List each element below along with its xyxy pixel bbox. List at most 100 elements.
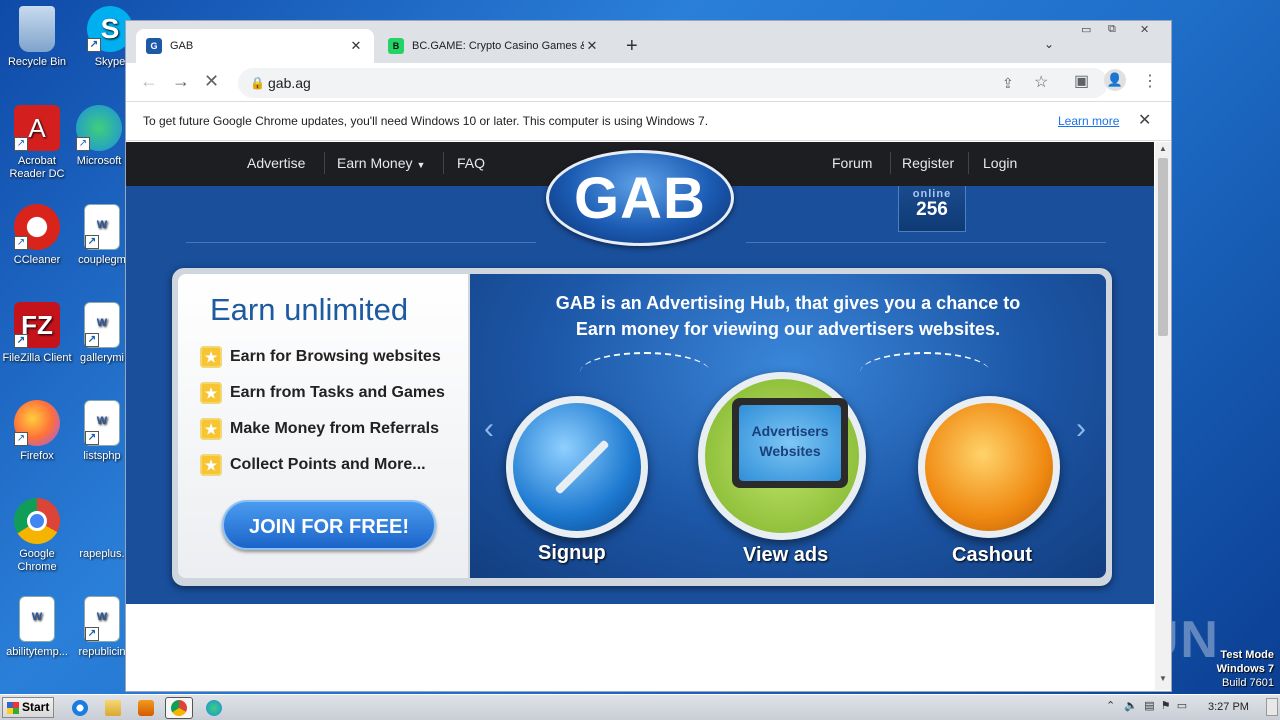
lock-icon[interactable]: 🔒 bbox=[250, 68, 265, 98]
close-tab-icon[interactable]: ✕ bbox=[348, 38, 364, 54]
start-label: Start bbox=[22, 700, 50, 714]
step-label-signup: Signup bbox=[538, 542, 606, 564]
desktop-icon-filezilla[interactable]: FZ ↗ FileZilla Client bbox=[0, 302, 74, 365]
test-mode-notice: Test Mode Windows 7 Build 7601 bbox=[1217, 648, 1274, 690]
step-label-cashout: Cashout bbox=[952, 544, 1032, 566]
star-icon: ★ bbox=[200, 454, 222, 476]
chrome-window: G GAB ✕ B BC.GAME: Crypto Casino Games &… bbox=[125, 20, 1172, 692]
windows-version-line: Windows 7 bbox=[1216, 663, 1274, 675]
gab-icon: G bbox=[146, 38, 162, 54]
feature-item: ★ Collect Points and More... bbox=[200, 454, 426, 476]
taskbar: Start ⌃ 🔈 ▤ ⚑ ▭ 3:27 PM bbox=[0, 694, 1280, 720]
chrome-icon bbox=[171, 700, 187, 716]
cashout-coins-icon[interactable] bbox=[918, 396, 1060, 538]
join-for-free-button[interactable]: JOIN FOR FREE! bbox=[222, 500, 436, 550]
display-icon[interactable]: ▭ bbox=[1177, 700, 1187, 712]
page-scrollbar[interactable]: ▲ ▼ bbox=[1155, 142, 1171, 690]
back-arrow-icon[interactable]: ← bbox=[140, 71, 158, 92]
acrobat-icon: A ↗ bbox=[14, 105, 60, 151]
feature-item: ★ Earn for Browsing websites bbox=[200, 346, 441, 368]
scroll-down-icon[interactable]: ▼ bbox=[1159, 674, 1167, 683]
forward-arrow-icon[interactable]: → bbox=[172, 71, 190, 92]
taskbar-ie[interactable] bbox=[66, 697, 94, 719]
desktop-icon-label: Recycle Bin bbox=[7, 56, 67, 68]
desktop-icon-label: Google Chrome bbox=[17, 548, 57, 573]
feature-item: ★ Earn from Tasks and Games bbox=[200, 382, 445, 404]
desktop-icon-abilitytemp[interactable]: W abilitytemp... bbox=[0, 596, 74, 659]
taskbar-chrome[interactable] bbox=[165, 697, 193, 719]
update-infobar: To get future Google Chrome updates, you… bbox=[126, 101, 1171, 141]
recycle-bin-icon bbox=[19, 6, 55, 52]
tab-search-icon[interactable]: ⌄ bbox=[1044, 37, 1054, 51]
hub-description: GAB is an Advertising Hub, that gives yo… bbox=[470, 290, 1106, 342]
desktop-icon-ccleaner[interactable]: ↗ CCleaner bbox=[0, 204, 74, 267]
tab-gab[interactable]: G GAB ✕ bbox=[136, 29, 374, 63]
scroll-thumb[interactable] bbox=[1158, 158, 1168, 336]
nav-earn-money[interactable]: Earn Money ▼ bbox=[337, 155, 425, 171]
show-hidden-icons-icon[interactable]: ⌃ bbox=[1106, 700, 1115, 712]
edge-icon bbox=[206, 700, 222, 716]
menu-kebab-icon[interactable]: ⋮ bbox=[1142, 71, 1158, 91]
step-label-view-ads: View ads bbox=[743, 544, 829, 566]
hub-line: Earn money for viewing our advertisers w… bbox=[575, 319, 1001, 339]
system-tray: ⌃ 🔈 ▤ ⚑ ▭ bbox=[1106, 699, 1187, 712]
feature-item: ★ Make Money from Referrals bbox=[200, 418, 439, 440]
edge-icon: ↗ bbox=[76, 105, 122, 151]
scroll-up-icon[interactable]: ▲ bbox=[1159, 144, 1167, 153]
volume-icon[interactable]: 🔈 bbox=[1124, 700, 1138, 712]
url-text: gab.ag bbox=[268, 75, 311, 91]
chrome-icon bbox=[14, 498, 60, 544]
nav-forum[interactable]: Forum bbox=[832, 155, 872, 171]
carousel-prev-icon[interactable]: ‹ bbox=[484, 412, 494, 446]
nav-faq[interactable]: FAQ bbox=[457, 155, 485, 171]
hub-panel: GAB is an Advertising Hub, that gives yo… bbox=[470, 274, 1106, 578]
nav-register[interactable]: Register bbox=[902, 155, 954, 171]
action-center-flag-icon[interactable]: ⚑ bbox=[1161, 700, 1171, 712]
signup-pen-icon[interactable] bbox=[506, 396, 648, 538]
nav-advertise[interactable]: Advertise bbox=[247, 155, 305, 171]
address-bar[interactable]: 🔒 gab.ag ⇪ ☆ bbox=[238, 68, 1108, 98]
desktop-icon-label: abilitytemp... bbox=[6, 646, 68, 658]
stop-loading-icon[interactable]: ✕ bbox=[204, 71, 219, 92]
desktop-icon-recycle-bin[interactable]: Recycle Bin bbox=[0, 6, 74, 69]
carousel-next-icon[interactable]: › bbox=[1076, 412, 1086, 446]
windows-logo-icon bbox=[7, 701, 19, 714]
share-icon[interactable]: ⇪ bbox=[1002, 68, 1014, 98]
learn-more-link[interactable]: Learn more bbox=[1058, 102, 1119, 140]
word-document-icon: W ↗ bbox=[84, 302, 120, 348]
infobar-message: To get future Google Chrome updates, you… bbox=[143, 114, 709, 128]
network-icon[interactable]: ▤ bbox=[1144, 700, 1154, 712]
gab-logo[interactable]: GAB bbox=[546, 150, 734, 246]
profile-avatar-icon[interactable]: 👤 bbox=[1104, 69, 1126, 91]
feature-text: Make Money from Referrals bbox=[230, 420, 439, 437]
firefox-icon: ↗ bbox=[14, 400, 60, 446]
bookmark-star-icon[interactable]: ☆ bbox=[1034, 68, 1048, 98]
desktop-icon-chrome[interactable]: Google Chrome bbox=[0, 498, 74, 574]
close-tab-icon[interactable]: ✕ bbox=[584, 38, 600, 54]
caret-down-icon: ▼ bbox=[416, 160, 426, 170]
bcgame-icon: B bbox=[388, 38, 404, 54]
restore-button[interactable]: ⧉ bbox=[1108, 23, 1116, 37]
word-document-icon: W ↗ bbox=[84, 204, 120, 250]
start-button[interactable]: Start bbox=[2, 697, 54, 718]
dashed-arrow-icon bbox=[860, 352, 990, 392]
browser-toolbar: ← → ✕ 🔒 gab.ag ⇪ ☆ ▣ 👤 ⋮ bbox=[126, 63, 1171, 101]
nav-login[interactable]: Login bbox=[983, 155, 1017, 171]
side-panel-icon[interactable]: ▣ bbox=[1074, 71, 1089, 91]
taskbar-clock[interactable]: 3:27 PM bbox=[1208, 701, 1249, 713]
new-tab-button[interactable]: + bbox=[626, 35, 638, 58]
close-window-button[interactable]: ✕ bbox=[1140, 23, 1149, 37]
monitor-text: Advertisers bbox=[751, 423, 829, 439]
tab-bcgame[interactable]: B BC.GAME: Crypto Casino Games & C ✕ bbox=[378, 29, 610, 63]
taskbar-explorer[interactable] bbox=[99, 697, 127, 719]
feature-text: Earn from Tasks and Games bbox=[230, 384, 445, 401]
show-desktop-button[interactable] bbox=[1266, 698, 1278, 716]
close-infobar-icon[interactable]: ✕ bbox=[1138, 102, 1151, 140]
monitor-screen: Advertisers Websites bbox=[739, 405, 841, 481]
taskbar-media-player[interactable] bbox=[132, 697, 160, 719]
taskbar-edge[interactable] bbox=[200, 697, 228, 719]
desktop-icon-firefox[interactable]: ↗ Firefox bbox=[0, 400, 74, 463]
file-icon bbox=[79, 498, 125, 544]
minimize-button[interactable]: ▭ bbox=[1081, 23, 1091, 37]
tab-strip: G GAB ✕ B BC.GAME: Crypto Casino Games &… bbox=[126, 21, 1171, 63]
